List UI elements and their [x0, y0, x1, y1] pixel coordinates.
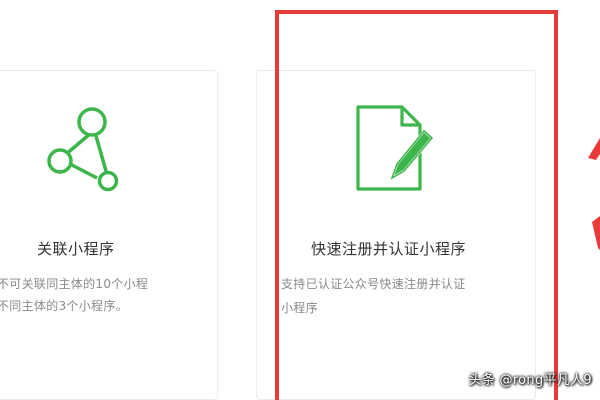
share-network-icon	[33, 103, 123, 197]
card-title: 关联小程序	[37, 240, 115, 258]
document-edit-icon	[352, 101, 442, 200]
card-title: 快速注册并认证小程序	[311, 240, 467, 258]
watermark-text: 头条 @rong平凡人9	[468, 373, 592, 388]
card-link-mini-program[interactable]: 关联小程序 不可关联同主体的10个小程 不同主体的3个小程序。	[0, 70, 218, 400]
card-desc-line: 不同主体的3个小程序。	[0, 299, 128, 313]
card-desc-line: 不可关联同主体的10个小程	[0, 277, 149, 291]
card-quick-register[interactable]: 快速注册并认证小程序 支持已认证公众号快速注册并认证 小程序	[256, 70, 536, 400]
app-screen: 关联小程序 不可关联同主体的10个小程 不同主体的3个小程序。 快速注册并认证小…	[0, 0, 600, 400]
card-desc-line: 小程序	[281, 301, 318, 315]
annotation-arrow-icon	[588, 138, 600, 250]
card-desc-line: 支持已认证公众号快速注册并认证	[281, 277, 466, 291]
